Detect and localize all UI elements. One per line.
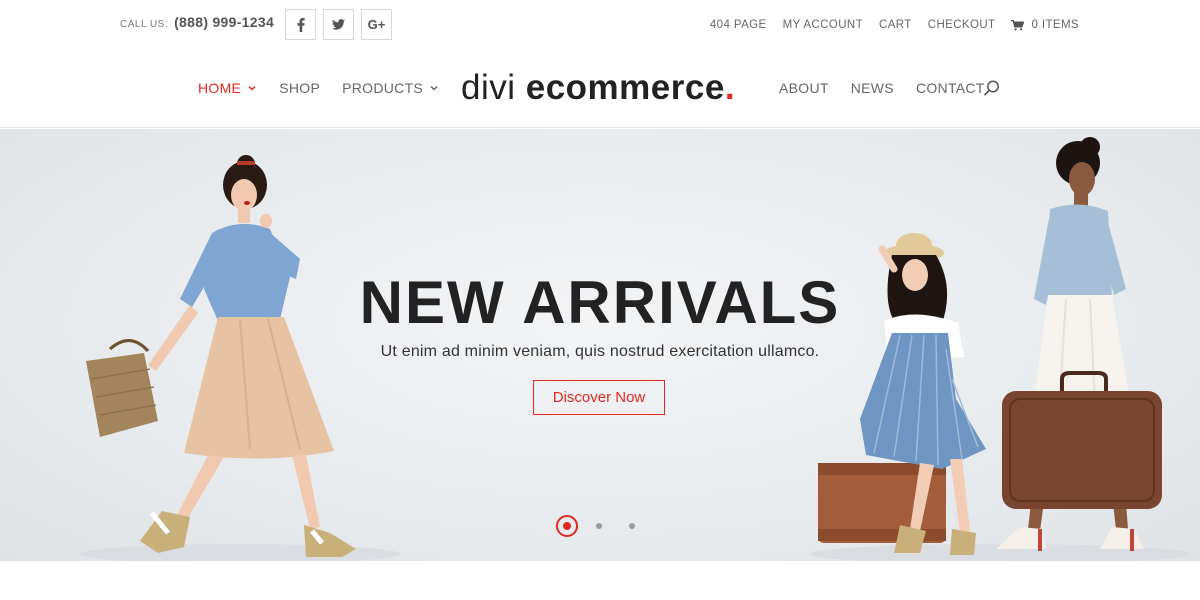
slider-dot-1-active[interactable] bbox=[556, 515, 578, 537]
cart-items-count: 0 ITEMS bbox=[1031, 19, 1079, 31]
nav-item-home-label: HOME bbox=[198, 80, 242, 96]
slider-dot-2[interactable] bbox=[596, 523, 602, 529]
chevron-down-icon bbox=[248, 85, 256, 91]
facebook-icon bbox=[297, 17, 305, 32]
cart-icon bbox=[1011, 19, 1025, 30]
hero-title: NEW ARRIVALS bbox=[359, 269, 841, 336]
hero-slider: NEW ARRIVALS Ut enim ad minim veniam, qu… bbox=[0, 129, 1200, 561]
nav-item-news[interactable]: NEWS bbox=[851, 80, 894, 96]
logo-text-bold: ecommerce bbox=[525, 68, 725, 107]
logo-dot: . bbox=[724, 68, 736, 107]
slider-pagination bbox=[556, 515, 635, 537]
twitter-button[interactable] bbox=[323, 9, 354, 40]
hero-subtitle: Ut enim ad minim veniam, quis nostrud ex… bbox=[380, 343, 820, 360]
google-plus-button[interactable]: G+ bbox=[361, 9, 392, 40]
top-bar: CALL US: (888) 999-1234 G+ 404 PAGE MY A… bbox=[0, 0, 1200, 52]
nav-item-shop-label: SHOP bbox=[279, 80, 321, 96]
nav-item-contact[interactable]: CONTACT bbox=[916, 80, 985, 96]
link-cart[interactable]: CART bbox=[879, 19, 912, 31]
facebook-button[interactable] bbox=[285, 9, 316, 40]
nav-item-products-label: PRODUCTS bbox=[342, 80, 424, 96]
google-plus-icon: G+ bbox=[367, 17, 386, 32]
discover-now-button[interactable]: Discover Now bbox=[533, 380, 665, 415]
cart-items-link[interactable]: 0 ITEMS bbox=[1011, 19, 1079, 31]
active-dot-indicator bbox=[563, 522, 571, 530]
chevron-down-icon bbox=[430, 85, 438, 91]
social-links: G+ bbox=[285, 9, 392, 40]
primary-nav-right: ABOUT NEWS CONTACT bbox=[779, 80, 985, 96]
link-checkout[interactable]: CHECKOUT bbox=[928, 19, 996, 31]
primary-nav-left: HOME SHOP PRODUCTS bbox=[198, 80, 439, 96]
main-header: HOME SHOP PRODUCTS divi ecommerce. ABOUT… bbox=[0, 52, 1200, 128]
logo-text-light: divi bbox=[461, 68, 526, 107]
phone-number[interactable]: (888) 999-1234 bbox=[174, 14, 274, 30]
twitter-icon bbox=[332, 19, 345, 30]
slider-dot-3[interactable] bbox=[629, 523, 635, 529]
site-logo[interactable]: divi ecommerce. bbox=[461, 66, 735, 110]
link-404-page[interactable]: 404 PAGE bbox=[710, 19, 767, 31]
nav-item-products[interactable]: PRODUCTS bbox=[342, 80, 439, 96]
call-us-label: CALL US: bbox=[120, 19, 169, 30]
nav-item-about[interactable]: ABOUT bbox=[779, 80, 829, 96]
call-us: CALL US: (888) 999-1234 bbox=[120, 14, 274, 30]
search-icon[interactable] bbox=[983, 79, 1001, 97]
nav-item-shop[interactable]: SHOP bbox=[279, 80, 320, 96]
secondary-nav: 404 PAGE MY ACCOUNT CART CHECKOUT 0 ITEM… bbox=[710, 19, 1079, 31]
link-my-account[interactable]: MY ACCOUNT bbox=[783, 19, 863, 31]
nav-item-home[interactable]: HOME bbox=[198, 80, 257, 96]
